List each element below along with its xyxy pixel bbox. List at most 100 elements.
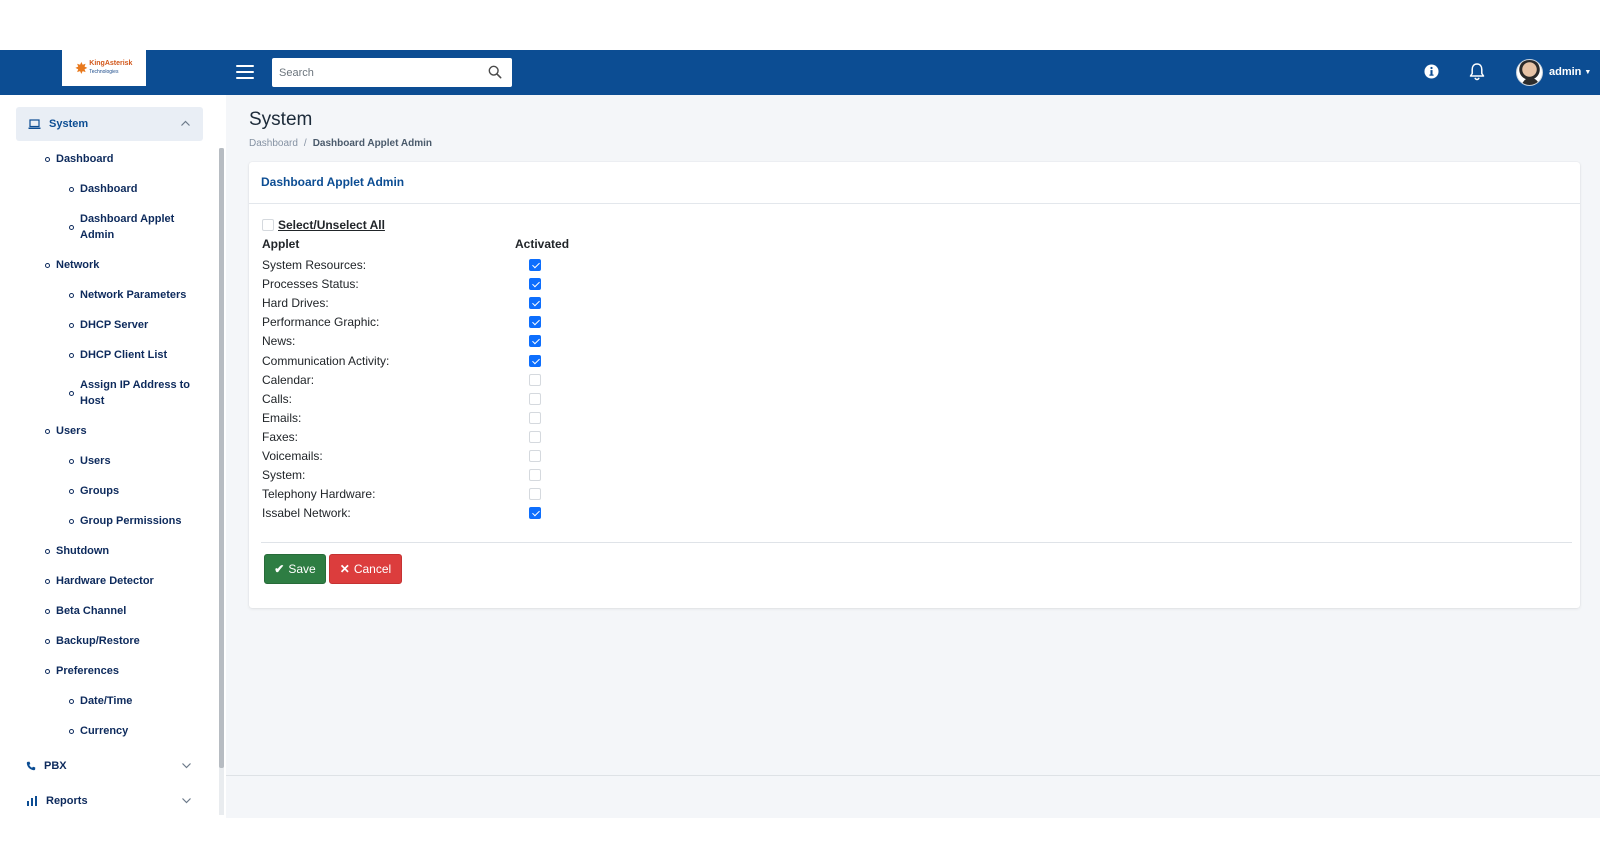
applet-name: Emails: <box>262 410 302 425</box>
sidebar-item-preferences-group[interactable]: Preferences <box>45 663 119 679</box>
top-navbar: ✸ KingAsterisk Technologies Search admin… <box>0 50 1600 95</box>
applet-activated-checkbox[interactable] <box>529 373 541 386</box>
cancel-button-label: Cancel <box>353 562 392 576</box>
circle-bullet-icon <box>69 391 74 396</box>
sidebar-item-network-group[interactable]: Network <box>45 257 99 273</box>
search-icon[interactable] <box>488 65 502 79</box>
sidebar-item-label: PBX <box>44 760 67 772</box>
chevron-up-icon <box>181 120 190 126</box>
applet-row: Calendar: <box>262 371 582 390</box>
applet-row: System Resources: <box>262 256 582 275</box>
applet-row: Calls: <box>262 390 582 409</box>
sidebar-item-label: Users <box>80 455 111 467</box>
sidebar-item-dashboard[interactable]: Dashboard <box>69 181 199 197</box>
page-title: System <box>249 109 313 130</box>
sidebar-item-system[interactable]: System <box>16 107 203 141</box>
user-menu[interactable]: admin ▼ <box>1516 58 1591 86</box>
sidebar-item-label: System <box>49 118 89 130</box>
circle-bullet-icon <box>45 429 50 434</box>
applet-activated-checkbox[interactable] <box>529 316 541 329</box>
sidebar-item-users[interactable]: Users <box>69 453 199 469</box>
circle-bullet-icon <box>69 729 74 734</box>
sidebar-item-shutdown[interactable]: Shutdown <box>45 543 109 559</box>
select-all-label[interactable]: Select/Unselect All <box>278 218 385 232</box>
sidebar-item-beta-channel[interactable]: Beta Channel <box>45 603 126 619</box>
sidebar-item-label: Hardware Detector <box>56 575 154 587</box>
sidebar-toggle-button[interactable] <box>236 63 254 81</box>
logo-text: KingAsterisk <box>89 60 133 67</box>
sidebar-item-groups[interactable]: Groups <box>69 483 199 499</box>
hamburger-line <box>236 77 254 79</box>
applet-row: News: <box>262 332 582 351</box>
applet-name: Voicemails: <box>262 449 323 463</box>
applet-row: Hard Drives: <box>262 294 582 313</box>
applet-row: Telephony Hardware: <box>262 485 582 504</box>
sidebar-item-dhcp-client-list[interactable]: DHCP Client List <box>69 347 199 363</box>
applet-activated-checkbox[interactable] <box>529 507 541 520</box>
circle-bullet-icon <box>45 669 50 674</box>
applet-activated-checkbox[interactable] <box>529 354 541 367</box>
applet-activated-checkbox[interactable] <box>529 335 541 348</box>
sidebar-item-date-time[interactable]: Date/Time <box>69 693 199 709</box>
card-divider <box>261 542 1572 543</box>
applet-activated-checkbox[interactable] <box>529 411 541 424</box>
chevron-down-icon <box>182 763 191 769</box>
circle-bullet-icon <box>45 609 50 614</box>
circle-bullet-icon <box>69 519 74 524</box>
logo-star-icon: ✸ <box>75 59 88 76</box>
select-all-control[interactable]: Select/Unselect All <box>262 218 385 232</box>
sidebar-item-users-group[interactable]: Users <box>45 423 87 439</box>
sidebar-item-label: Groups <box>80 485 120 497</box>
applet-name: Hard Drives: <box>262 296 329 311</box>
applet-name: News: <box>262 334 296 349</box>
card-title: Dashboard Applet Admin <box>261 175 405 189</box>
column-header-activated: Activated <box>515 237 570 251</box>
brand-logo[interactable]: ✸ KingAsterisk Technologies <box>62 50 146 86</box>
circle-bullet-icon <box>69 323 74 328</box>
bell-icon[interactable] <box>1468 62 1486 81</box>
sidebar-item-dashboard-applet-admin[interactable]: Dashboard Applet Admin <box>69 211 199 243</box>
main-content: System Dashboard / Dashboard Applet Admi… <box>226 95 1600 818</box>
sidebar-item-pbx[interactable]: PBX <box>26 758 196 774</box>
sidebar-item-backup-restore[interactable]: Backup/Restore <box>45 633 140 649</box>
card-header: Dashboard Applet Admin <box>249 162 1580 204</box>
scrollbar-thumb[interactable] <box>219 148 224 768</box>
sidebar-item-network-parameters[interactable]: Network Parameters <box>69 287 199 303</box>
sidebar-item-group-permissions[interactable]: Group Permissions <box>69 513 199 529</box>
footer-divider <box>226 775 1600 776</box>
save-button[interactable]: ✔ Save <box>264 554 326 584</box>
applet-activated-checkbox[interactable] <box>529 259 541 271</box>
sidebar-item-label: Currency <box>80 725 129 737</box>
check-icon: ✔ <box>274 562 285 576</box>
sidebar-item-label: Assign IP Address to Host <box>80 379 191 407</box>
search-box <box>272 58 512 87</box>
select-all-checkbox[interactable] <box>262 219 274 231</box>
applet-activated-checkbox[interactable] <box>529 278 541 291</box>
applet-activated-checkbox[interactable] <box>529 488 541 501</box>
applet-activated-checkbox[interactable] <box>529 450 541 462</box>
breadcrumb-current: Dashboard Applet Admin <box>312 138 432 149</box>
search-input[interactable] <box>272 59 472 86</box>
sidebar-item-reports[interactable]: Reports <box>26 793 196 809</box>
cancel-button[interactable]: ✕ Cancel <box>329 554 402 584</box>
circle-bullet-icon <box>69 489 74 494</box>
sidebar-item-dashboard-group[interactable]: Dashboard <box>45 151 113 167</box>
sidebar-scrollbar[interactable] <box>219 148 224 815</box>
sidebar-item-hardware-detector[interactable]: Hardware Detector <box>45 573 154 589</box>
sidebar-item-currency[interactable]: Currency <box>69 723 199 739</box>
applet-activated-checkbox[interactable] <box>529 469 541 482</box>
applet-admin-card: Dashboard Applet Admin Select/Unselect A… <box>249 162 1580 608</box>
sidebar-item-assign-ip[interactable]: Assign IP Address to Host <box>69 377 199 409</box>
applet-activated-checkbox[interactable] <box>529 430 541 443</box>
phone-icon <box>26 761 36 771</box>
applet-row: System: <box>262 466 582 485</box>
sidebar-item-label: Reports <box>46 795 88 807</box>
applet-activated-checkbox[interactable] <box>529 297 541 310</box>
applet-activated-checkbox[interactable] <box>529 392 541 405</box>
save-button-label: Save <box>288 562 316 576</box>
info-icon[interactable] <box>1424 64 1439 79</box>
breadcrumb-link-dashboard[interactable]: Dashboard <box>249 138 298 149</box>
circle-bullet-icon <box>45 549 50 554</box>
applet-row: Voicemails: <box>262 447 582 466</box>
sidebar-item-dhcp-server[interactable]: DHCP Server <box>69 317 199 333</box>
